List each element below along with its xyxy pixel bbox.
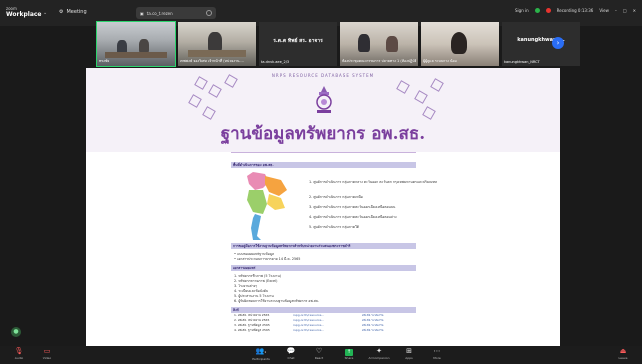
apps-icon: ⊞ (406, 347, 412, 355)
sharing-label: ta.co_t.rezen (146, 10, 173, 16)
react-button[interactable]: ♡ React (306, 347, 332, 364)
audio-button[interactable]: 🎙 Audio (6, 347, 32, 364)
participant-name: ผู้ผู้ดูแล ระบบกาง น้อม (423, 59, 457, 63)
hexagon-decoration (202, 106, 216, 120)
link-url[interactable]: อพ.สธ.ระบบงาน (362, 328, 416, 333)
chat-button[interactable]: 💬 Chat (278, 347, 304, 364)
participant-tile[interactable]: ทรงชัย (96, 21, 176, 67)
close-icon[interactable]: ✕ (633, 8, 636, 13)
participant-name: ta.dnvk.aee_2/3 (261, 60, 290, 64)
mic-muted-icon: 🎙 (14, 347, 24, 355)
screen-share-icon: ▣ (140, 10, 144, 16)
divider (231, 152, 416, 153)
minimize-icon[interactable]: – (615, 8, 617, 13)
region-item[interactable]: 2. ศูนย์การดำเนินการ กลุ่มภาคเหนือ (309, 195, 363, 200)
hexagon-decoration (194, 76, 208, 90)
hexagon-decoration (208, 84, 222, 98)
audio-label: Audio (14, 356, 24, 360)
database-title: ฐานข้อมูลทรัพยากร อพ.สธ. (220, 124, 426, 144)
participants-button[interactable]: 👥1 Participants (248, 347, 274, 364)
region-item[interactable]: 1. ศูนย์การดำเนินการ กลุ่มภาคกลาง ตะวันอ… (309, 180, 437, 185)
link-row: 4. อพ.สธ. ฐานข้อมูล 2565 rspg.or.th/reso… (231, 328, 416, 333)
ai-companion-button[interactable]: ✦ AI Companion (366, 347, 392, 364)
sparkle-icon: ✦ (376, 347, 382, 355)
app-brand: zoom Workplace (6, 6, 42, 18)
participant-name: เทพพงษ์ จองวิเศษ เจ้าหน้าที่ (หน่วยงาน..… (180, 59, 244, 63)
leave-button[interactable]: ⏏ Leave (610, 347, 636, 364)
chat-label: Chat (287, 356, 295, 360)
meeting-menu[interactable]: ⚙ Meeting (59, 9, 87, 15)
participant-tile[interactable]: ร.ต.ต ทิพย์ สร. อาจาร ta.dnvk.aee_2/3 (259, 22, 337, 66)
participant-strip: ทรงชัย เทพพงษ์ จองวิเศษ เจ้าหน้าที่ (หน่… (96, 21, 580, 67)
royal-emblem-icon (316, 86, 332, 113)
apps-label: Apps (405, 356, 413, 360)
hexagon-decoration (430, 78, 444, 92)
next-page-icon[interactable]: › (552, 37, 564, 49)
participant-name: kanungkhwan_NRCT (504, 60, 540, 64)
hexagon-decoration (188, 94, 202, 108)
document-content: พื้นที่ดำเนินการของ อพ.สธ. 1. ศูนย์การดำ… (231, 162, 437, 333)
leave-icon: ⏏ (619, 347, 627, 355)
participant-tile[interactable]: kanungkhwan_... kanungkhwan_NRCT (502, 22, 580, 66)
zoom-window: zoom Workplace ⌄ ⚙ Meeting ▣ ta.co_t.rez… (0, 0, 642, 364)
document-banner: NRPS RESOURCE DATABASE SYSTEM ฐานข้อมูลท… (86, 68, 560, 152)
meeting-toolbar: 🎙 Audio ▭ Video 👥1 Participants 💬 Chat ♡… (0, 346, 642, 364)
chevron-down-icon[interactable]: ⌄ (43, 10, 47, 16)
link-url[interactable]: rspg.or.th/resource... (293, 328, 362, 333)
share-button[interactable]: ↑ Share (336, 347, 362, 364)
share-screen-icon: ↑ (345, 349, 353, 356)
region-item[interactable]: 3. ศูนย์การดำเนินการ กลุ่มภาคตะวันออกเฉี… (309, 205, 395, 210)
link-label: 4. อพ.สธ. ฐานข้อมูล 2565 (234, 328, 270, 332)
video-button[interactable]: ▭ Video (34, 347, 60, 364)
heart-icon: ♡ (315, 347, 323, 355)
maximize-icon[interactable]: □ (623, 8, 627, 13)
security-icon[interactable] (534, 8, 540, 13)
sharing-indicator[interactable]: ▣ ta.co_t.rezen (136, 7, 216, 19)
participant-tile[interactable]: เทพพงษ์ จองวิเศษ เจ้าหน้าที่ (หน่วยงาน..… (178, 22, 256, 66)
shared-screen-document: NRPS RESOURCE DATABASE SYSTEM ฐานข้อมูลท… (86, 68, 560, 348)
leave-label: Leave (618, 356, 628, 360)
video-off-icon: ▭ (43, 347, 51, 355)
video-label: Video (42, 356, 52, 360)
apps-button[interactable]: ⊞ Apps (396, 347, 422, 364)
signin-link[interactable]: Sign in (515, 8, 529, 13)
participant-tile[interactable]: ห้องประชุมคณะกรรมการ ปลายทาง 1 (ห้องปฏิบ… (340, 22, 418, 66)
region-item[interactable]: 4. ศูนย์การดำเนินการ กลุ่มภาคตะวันออกเฉี… (309, 215, 397, 220)
participants-label: Participants (252, 357, 270, 361)
view-button[interactable]: View (599, 8, 609, 13)
participant-tile[interactable]: ผู้ผู้ดูแล ระบบกาง น้อม (421, 22, 499, 66)
system-title: NRPS RESOURCE DATABASE SYSTEM (271, 73, 375, 78)
brand-line2: Workplace (6, 11, 42, 18)
region-item[interactable]: 5. ศูนย์การดำเนินการ กลุ่มภาคใต้ (309, 225, 359, 230)
region-map-block: 1. ศูนย์การดำเนินการ กลุ่มภาคกลาง ตะวันอ… (231, 168, 437, 243)
more-button[interactable]: ⋯ More (424, 347, 450, 364)
floating-mic-icon[interactable]: ● (11, 327, 21, 337)
meeting-icon: ⚙ (59, 9, 64, 15)
more-icon: ⋯ (433, 347, 441, 355)
top-right-controls: Sign in Recording 0:13:36 View – □ ✕ (515, 8, 636, 13)
participant-name: ทรงชัย (99, 59, 110, 63)
participants-icon: 👥1 (255, 347, 267, 355)
sharing-options-icon[interactable] (206, 10, 212, 16)
participant-name: ห้องประชุมคณะกรรมการ ปลายทาง 1 (ห้องปฏิบ… (342, 59, 416, 63)
react-label: React (314, 356, 324, 360)
participant-center-name: kanungkhwan_... (517, 37, 565, 43)
hexagon-decoration (414, 90, 428, 104)
meeting-label: Meeting (66, 9, 87, 15)
chat-icon: 💬 (286, 347, 296, 355)
ai-companion-label: AI Companion (368, 356, 390, 360)
more-label: More (433, 356, 441, 360)
thailand-map-icon[interactable] (235, 170, 297, 242)
participants-count: 1 (264, 350, 267, 354)
hexagon-decoration (396, 80, 410, 94)
hexagon-decoration (422, 106, 436, 120)
participant-center-name: ร.ต.ต ทิพย์ สร. อาจาร (273, 38, 323, 44)
recording-icon (545, 8, 551, 13)
recording-status[interactable]: Recording 0:13:36 (557, 8, 594, 13)
share-label: Share (344, 356, 354, 360)
